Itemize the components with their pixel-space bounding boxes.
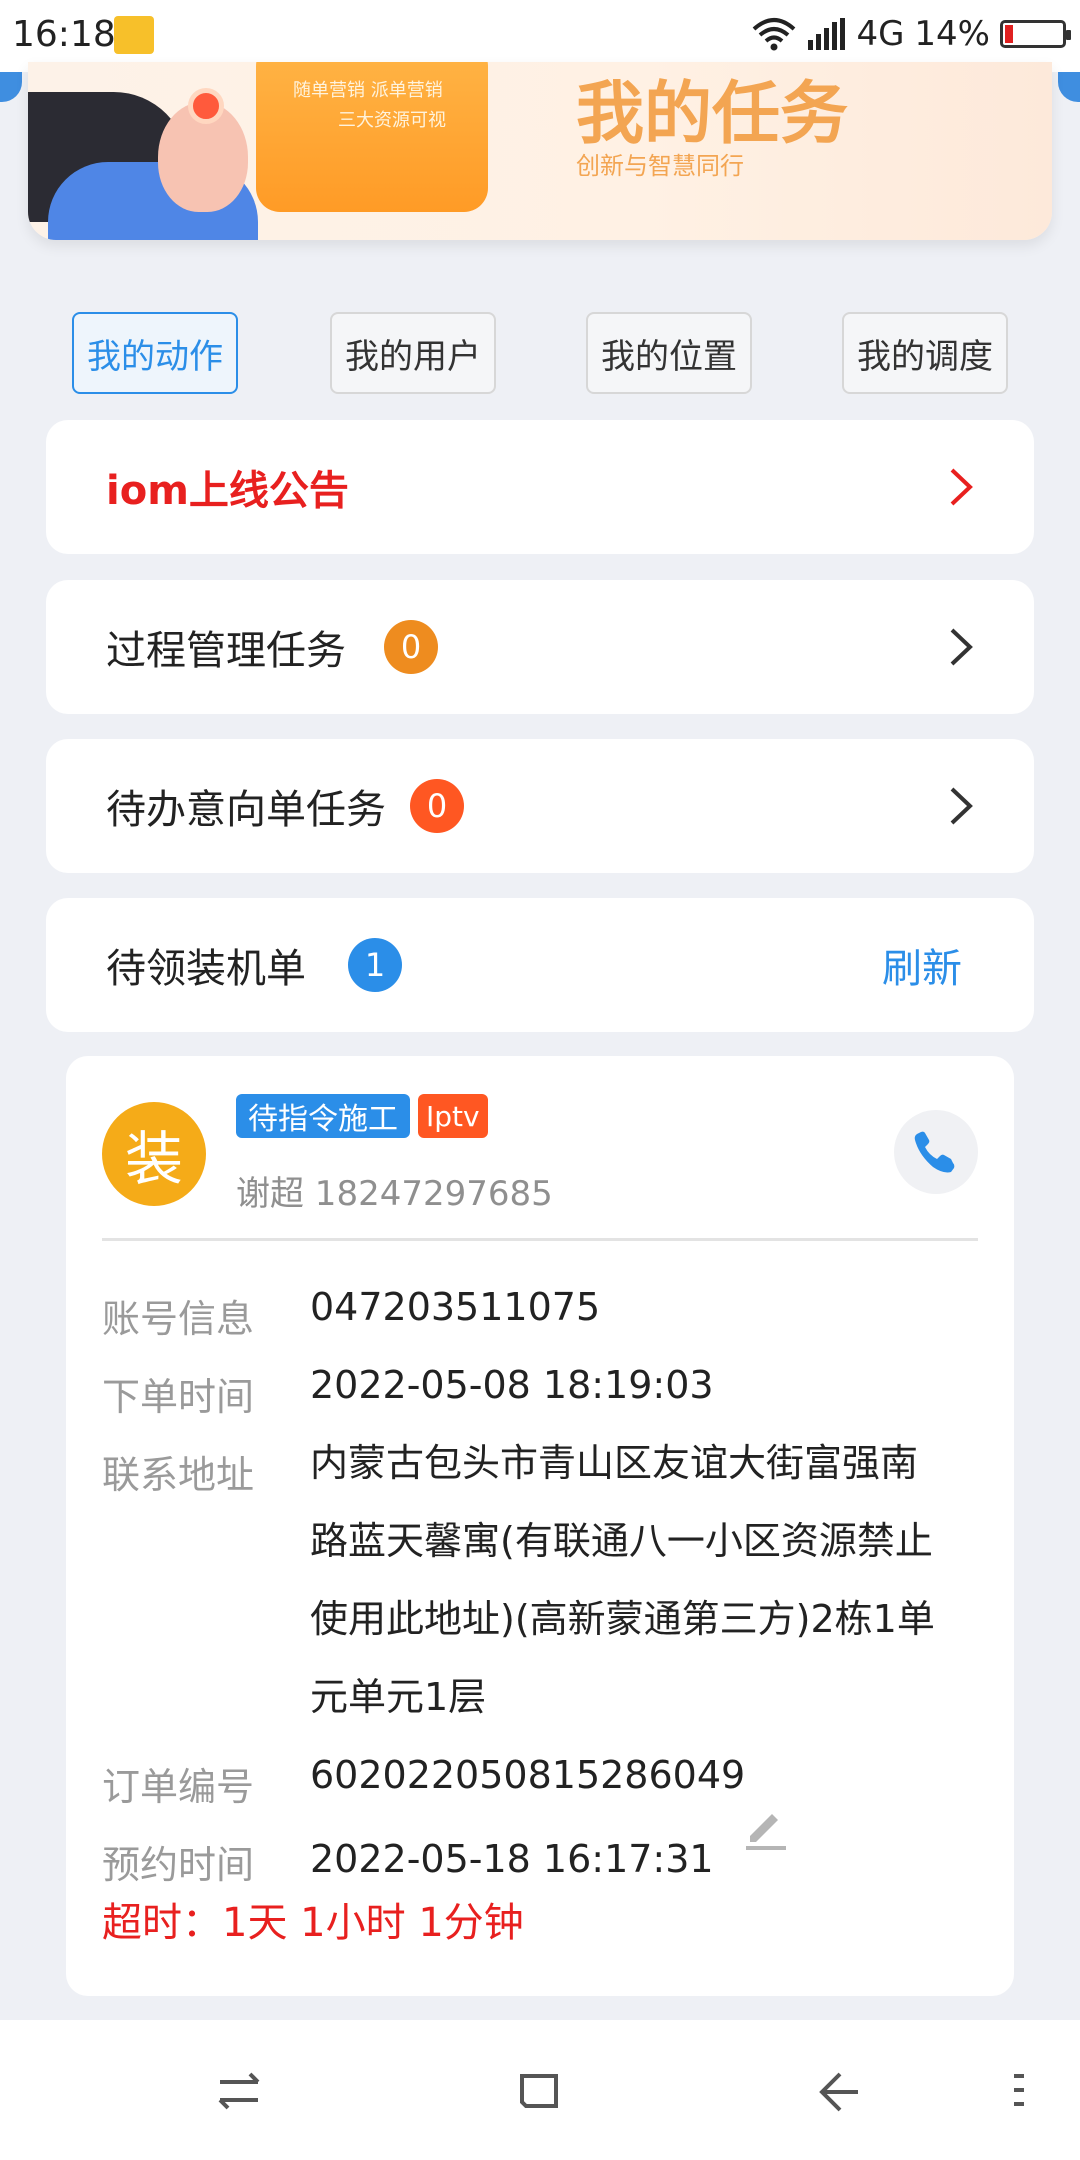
chevron-right-icon — [950, 468, 973, 506]
process-tasks-count-badge: 0 — [384, 620, 438, 674]
chevron-right-icon — [950, 628, 973, 666]
edit-icon[interactable] — [742, 1804, 788, 1850]
banner-subtitle: 创新与智慧同行 — [576, 152, 744, 180]
call-button[interactable] — [894, 1110, 978, 1194]
banner-board-line1: 随单营销 派单营销 — [293, 80, 443, 101]
network-type: 4G — [856, 14, 905, 54]
phone-icon — [914, 1131, 955, 1173]
chevron-right-icon — [950, 787, 973, 825]
folder-icon — [114, 16, 154, 54]
address-label: 联系地址 — [102, 1453, 255, 1497]
system-nav-bar — [0, 2020, 1080, 2160]
announcement-card[interactable]: iom上线公告 — [46, 420, 1034, 554]
tab-my-users[interactable]: 我的用户 — [330, 312, 496, 394]
intent-tasks-count-badge: 0 — [410, 779, 464, 833]
tab-my-dispatch[interactable]: 我的调度 — [842, 312, 1008, 394]
order-time-label: 下单时间 — [102, 1375, 255, 1419]
intent-tasks-card[interactable]: 待办意向单任务 0 — [46, 739, 1034, 873]
illustration-magnifier — [188, 88, 224, 124]
refresh-button[interactable]: 刷新 — [882, 898, 962, 1032]
account-label: 账号信息 — [102, 1297, 255, 1341]
process-tasks-row: 过程管理任务 0 — [106, 580, 438, 714]
pending-install-count-badge: 1 — [348, 938, 402, 992]
order-avatar: 装 — [102, 1102, 206, 1206]
status-time: 16:18 — [12, 14, 116, 55]
appointment-value: 2022-05-18 16:17:31 — [310, 1837, 714, 1881]
tab-my-location[interactable]: 我的位置 — [586, 312, 752, 394]
order-number-value: 602022050815286049 — [310, 1753, 746, 1797]
banner-title: 我的任务 — [576, 75, 849, 154]
process-tasks-title: 过程管理任务 — [106, 628, 346, 674]
intent-tasks-row: 待办意向单任务 0 — [106, 739, 464, 873]
home-icon[interactable] — [516, 2066, 562, 2112]
order-number-label: 订单编号 — [102, 1765, 255, 1809]
overtime-text: 超时：1天 1小时 1分钟 — [102, 1900, 524, 1946]
signal-icon — [808, 18, 846, 50]
tab-my-actions[interactable]: 我的动作 — [72, 312, 238, 394]
status-tag: 待指令施工 — [236, 1094, 410, 1138]
status-right: 4G 14% — [752, 14, 1071, 54]
account-value: 047203511075 — [310, 1285, 601, 1329]
pending-install-title: 待领装机单 — [106, 946, 306, 992]
banner-edge-right — [1058, 72, 1080, 102]
back-icon[interactable] — [814, 2066, 864, 2116]
announcement-title: iom上线公告 — [106, 468, 349, 514]
banner-edge-left — [0, 72, 22, 102]
address-value: 内蒙古包头市青山区友谊大街富强南路蓝天馨寓(有联通八一小区资源禁止使用此地址)(… — [310, 1441, 935, 1719]
pending-install-card: 待领装机单 1 刷新 — [46, 898, 1034, 1032]
battery-percent: 14% — [914, 14, 990, 54]
order-time-value: 2022-05-08 18:19:03 — [310, 1363, 714, 1407]
task-banner: 随单营销 派单营销 三大资源可视 我的任务 创新与智慧同行 — [28, 62, 1052, 240]
intent-tasks-title: 待办意向单任务 — [106, 787, 386, 833]
order-divider — [102, 1238, 978, 1241]
service-tag: Iptv — [418, 1094, 488, 1138]
menu-icon[interactable] — [1008, 2070, 1028, 2110]
pending-install-row: 待领装机单 1 — [106, 898, 402, 1032]
appointment-label: 预约时间 — [102, 1843, 255, 1887]
install-order-card[interactable]: 装 待指令施工 Iptv 谢超 18247297685 账号信息 0472035… — [66, 1056, 1014, 1996]
wifi-icon — [753, 18, 796, 51]
switch-apps-icon[interactable] — [214, 2068, 264, 2114]
battery-icon — [1000, 20, 1071, 48]
process-tasks-card[interactable]: 过程管理任务 0 — [46, 580, 1034, 714]
banner-board-line2: 三大资源可视 — [338, 110, 446, 131]
contact-info: 谢超 18247297685 — [236, 1174, 553, 1214]
